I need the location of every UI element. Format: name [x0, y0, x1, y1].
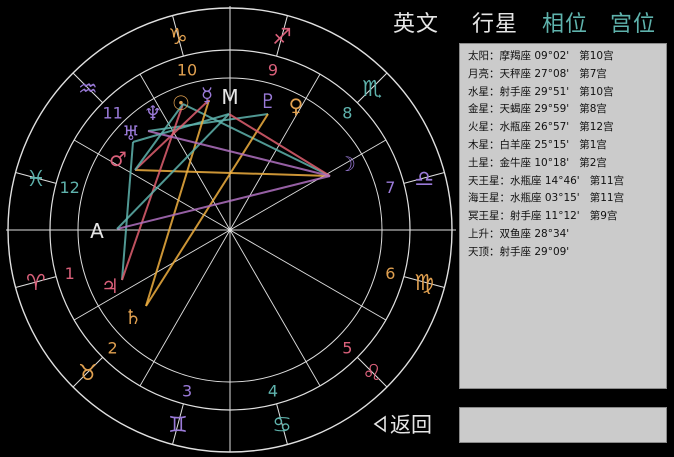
planet-row-house: 第8宫 [579, 103, 607, 116]
planet-row: 冥王星：射手座 11°12' 第9宫 [468, 208, 666, 226]
planet-row-house: 第10宫 [579, 50, 614, 62]
planet-row-text: 火星：水瓶座 26°57' [468, 121, 570, 134]
house-number: 10 [177, 61, 197, 80]
house-number: 4 [268, 381, 278, 400]
planet-row: 上升：双鱼座 28°34' [468, 226, 666, 244]
back-arrow-icon [373, 415, 386, 433]
planet-row: 月亮：天秤座 27°08' 第7宫 [468, 66, 666, 84]
house-band-divider [139, 361, 155, 387]
house-number: 5 [342, 338, 352, 357]
planet-row: 金星：天蝎座 29°59' 第8宫 [468, 101, 666, 119]
planet-row-house: 第7宫 [579, 67, 607, 80]
zodiac-sign-glyph: ♐ [272, 25, 292, 50]
house-band-divider [305, 73, 321, 99]
planet-row-house: 第11宫 [589, 192, 625, 205]
planet-row-text: 木星：白羊座 25°15' [468, 138, 570, 151]
ascendant-label: A [90, 219, 104, 243]
back-button[interactable]: 返回 [372, 409, 432, 439]
house-band-divider [305, 361, 321, 387]
tab-aspects[interactable]: 相位 [542, 6, 588, 38]
planet-row: 天顶：射手座 29°09' [468, 244, 666, 262]
uranus-glyph: ♅ [122, 121, 140, 145]
house-number: 6 [385, 264, 395, 283]
house-band-divider [361, 139, 387, 155]
zodiac-sign-glyph: ♍ [414, 271, 434, 296]
house-band-divider [73, 139, 99, 155]
mercury-glyph: ☿ [201, 83, 213, 107]
zodiac-sign-glyph: ♋ [272, 413, 292, 438]
planet-row-house: 第12宫 [579, 121, 614, 134]
house-number: 12 [59, 178, 79, 197]
tab-english[interactable]: 英文 [393, 6, 439, 38]
planet-row-text: 上升：双鱼座 28°34' [468, 227, 570, 240]
zodiac-sign-glyph: ♉ [78, 361, 98, 386]
midheaven-label: M [221, 85, 238, 109]
pluto-glyph: ♇ [259, 89, 277, 113]
house-number: 2 [108, 338, 118, 357]
planet-row: 太阳：摩羯座 09°02' 第10宫 [468, 48, 666, 66]
planet-row: 海王星：水瓶座 03°15' 第11宫 [468, 190, 666, 208]
planet-row-text: 太阳：摩羯座 09°02' [468, 50, 570, 62]
planet-positions-panel: 太阳：摩羯座 09°02' 第10宫 月亮：天秤座 27°08' 第7宫 水星：射手座 … [459, 43, 667, 389]
planet-row-text: 天顶：射手座 29°09' [468, 245, 570, 258]
house-band-divider [361, 305, 387, 321]
planet-row-text: 土星：金牛座 10°18' [468, 156, 570, 169]
planet-row-text: 海王星：水瓶座 03°15' [468, 192, 580, 205]
tab-planets[interactable]: 行星 [472, 6, 518, 38]
planet-row-house: 第11宫 [589, 174, 625, 187]
zodiac-sign-glyph: ♓ [26, 167, 46, 192]
back-label: 返回 [390, 413, 432, 437]
neptune-glyph: ♆ [144, 101, 162, 125]
mars-glyph: ♂ [109, 147, 127, 171]
house-cusp [229, 229, 362, 307]
saturn-glyph: ♄ [124, 305, 142, 329]
jupiter-glyph: ♃ [101, 274, 119, 298]
house-number: 7 [385, 178, 395, 197]
tab-houses[interactable]: 宫位 [610, 6, 656, 38]
sun-glyph: ☉ [172, 91, 190, 115]
zodiac-sign-glyph: ♌ [362, 361, 382, 386]
house-band-divider [73, 305, 99, 321]
planet-row-house: 第1宫 [579, 138, 607, 151]
planet-row-text: 水星：射手座 29°51' [468, 85, 570, 98]
planet-row: 土星：金牛座 10°18' 第2宫 [468, 155, 666, 173]
zodiac-sign-glyph: ♎ [414, 167, 434, 192]
planet-row: 天王星：水瓶座 14°46' 第11宫 [468, 173, 666, 191]
planet-row: 火星：水瓶座 26°57' 第12宫 [468, 119, 666, 137]
house-cusp [153, 229, 231, 362]
bottom-info-box [459, 407, 667, 443]
house-number: 3 [182, 381, 192, 400]
house-band-divider [139, 73, 155, 99]
venus-glyph: ♀ [289, 94, 304, 118]
planet-row-text: 金星：天蝎座 29°59' [468, 103, 570, 116]
zodiac-sign-glyph: ♒ [78, 77, 98, 102]
aspect-line [228, 113, 331, 177]
zodiac-sign-glyph: ♑ [168, 25, 188, 50]
zodiac-sign-glyph: ♊ [168, 413, 188, 438]
planet-row: 木星：白羊座 25°15' 第1宫 [468, 137, 666, 155]
house-number: 9 [268, 61, 278, 80]
zodiac-sign-glyph: ♈ [26, 271, 46, 296]
planet-row-text: 天王星：水瓶座 14°46' [468, 174, 580, 187]
house-number: 11 [102, 104, 122, 123]
planet-row-text: 月亮：天秤座 27°08' [468, 67, 570, 80]
zodiac-sign-glyph: ♏ [362, 77, 382, 102]
planet-row-house: 第2宫 [579, 156, 607, 169]
planet-row-house: 第9宫 [589, 210, 618, 223]
house-number: 1 [65, 264, 75, 283]
house-number: 8 [342, 104, 352, 123]
house-cusp [229, 229, 307, 362]
natal-chart-wheel: ♈♉♊ ♋♌♍♎♏♐♑♒♓123 456789101112☉ ☿ ♀♂♃♄♅♆ ♇☽AM [6, 6, 456, 453]
planet-row: 水星：射手座 29°51' 第10宫 [468, 84, 666, 102]
moon-glyph: ☽ [338, 152, 356, 176]
planet-row-house: 第10宫 [579, 85, 614, 98]
planet-row-text: 冥王星：射手座 11°12' [468, 210, 580, 223]
